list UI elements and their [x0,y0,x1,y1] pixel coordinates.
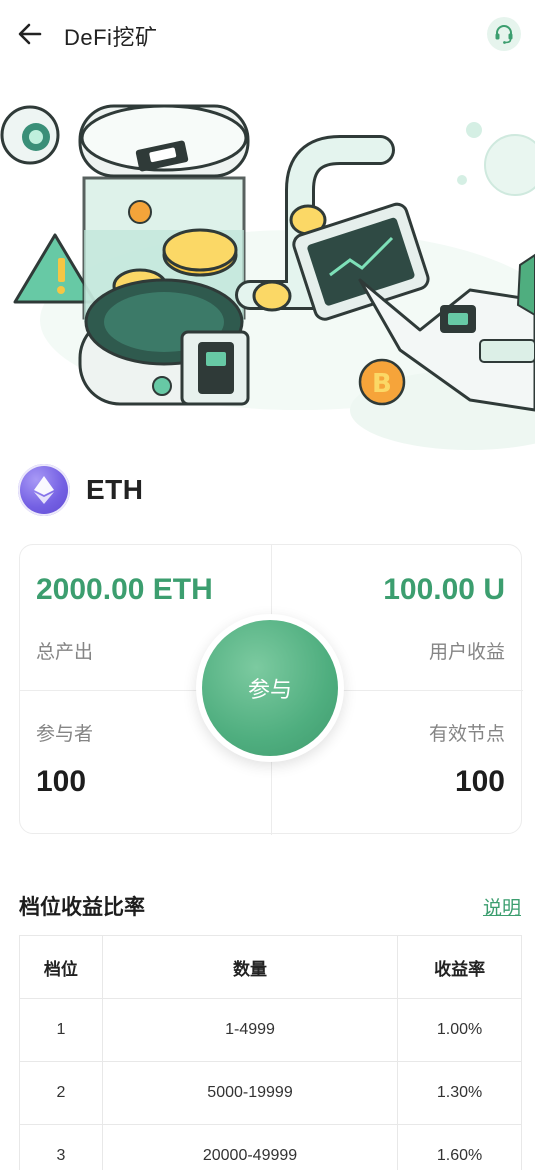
rate-cell: 1.60% [397,1124,522,1170]
tier-cell: 1 [19,998,103,1062]
svg-text:B: B [372,369,392,399]
ethereum-icon [18,464,70,516]
back-button[interactable] [16,20,44,48]
valid-nodes-value: 100 [454,765,505,798]
coin-header: ETH [18,464,144,516]
explanation-link[interactable]: 说明 [483,893,521,920]
quantity-cell: 1-4999 [101,998,399,1062]
mining-illustration: B [0,104,535,450]
page-title: DeFi挖矿 [64,25,158,50]
column-header-tier: 档位 [19,935,103,999]
join-button-label: 参与 [202,620,338,756]
table-row: 2 5000-19999 1.30% [19,1061,522,1125]
tier-cell: 2 [19,1061,103,1125]
join-button[interactable]: 参与 [196,614,344,762]
headset-icon [495,25,513,44]
participants-label: 参与者 [36,724,94,745]
participants-value: 100 [36,765,87,798]
tier-cell: 3 [19,1124,103,1170]
coin-name: ETH [86,474,144,505]
total-output-value: 2000.00 ETH [36,573,213,606]
hero-illustration: B [0,70,535,450]
rate-cell: 1.00% [397,998,522,1062]
quantity-cell: 5000-19999 [101,1061,399,1125]
quantity-cell: 20000-49999 [101,1124,399,1170]
table-row: 3 20000-49999 1.60% [19,1124,522,1170]
user-income-label: 用户收益 [428,642,505,663]
column-header-quantity: 数量 [101,935,399,999]
tier-table: 档位 数量 收益率 1 1-4999 1.00% 2 5000-19999 1.… [19,935,522,1170]
tier-section-title: 档位收益比率 [19,896,145,919]
total-output-label: 总产出 [36,642,94,663]
table-header-row: 档位 数量 收益率 [19,935,522,999]
app-header: DeFi挖矿 [0,0,535,70]
column-header-rate: 收益率 [397,935,522,999]
valid-nodes-label: 有效节点 [428,724,505,745]
user-income-value: 100.00 U [383,573,505,606]
support-button[interactable] [487,17,521,51]
table-row: 1 1-4999 1.00% [19,998,522,1062]
arrow-left-icon [18,23,42,45]
rate-cell: 1.30% [397,1061,522,1125]
